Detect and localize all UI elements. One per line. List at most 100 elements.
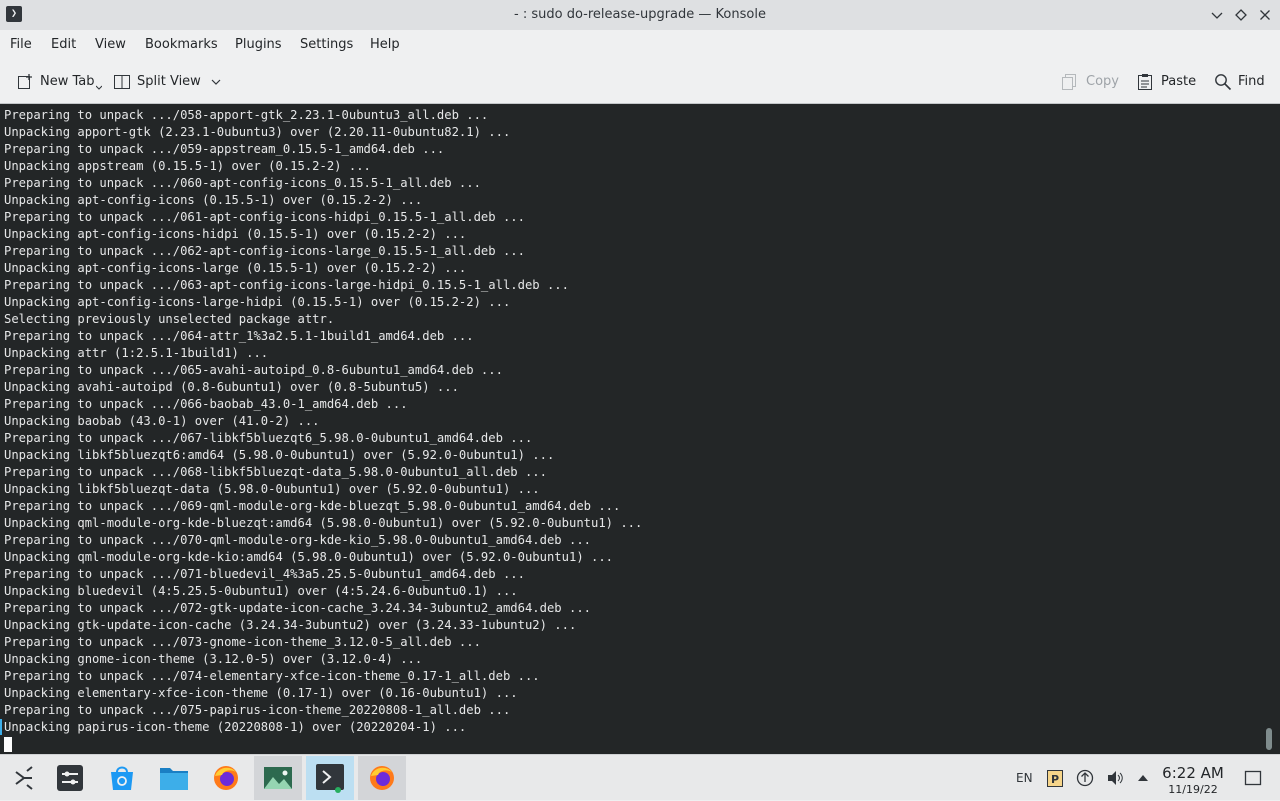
tray-clipboard[interactable]: P	[1045, 768, 1065, 788]
chevron-up-icon	[1138, 775, 1148, 781]
terminal-line: Unpacking apt-config-icons-large (0.15.5…	[4, 261, 467, 275]
split-view-button[interactable]: Split View	[113, 60, 227, 103]
show-desktop-icon	[1244, 770, 1262, 786]
speaker-icon	[1108, 771, 1123, 785]
terminal-line: Unpacking qml-module-org-kde-bluezqt:amd…	[4, 516, 643, 530]
clipboard-icon: P	[1047, 770, 1063, 787]
task-konsole[interactable]	[306, 756, 354, 800]
application-launcher[interactable]	[0, 756, 48, 800]
maximize-button[interactable]	[1232, 6, 1250, 24]
task-firefox[interactable]	[202, 756, 250, 800]
terminal-line: Preparing to unpack .../063-apt-config-i…	[4, 278, 569, 292]
terminal-line: Preparing to unpack .../064-attr_1%3a2.5…	[4, 329, 474, 343]
terminal-line: Preparing to unpack .../073-gnome-icon-t…	[4, 635, 481, 649]
terminal-line: Unpacking attr (1:2.5.1-1build1) ...	[4, 346, 269, 360]
terminal-line: Unpacking bluedevil (4:5.25.5-0ubuntu1) …	[4, 584, 518, 598]
image-viewer-icon	[264, 767, 292, 789]
terminal-line: Preparing to unpack .../065-avahi-autoip…	[4, 363, 503, 377]
diamond-icon	[1235, 9, 1247, 21]
minimize-button[interactable]	[1208, 6, 1226, 24]
terminal-cursor	[4, 737, 12, 752]
terminal-line: Preparing to unpack .../059-appstream_0.…	[4, 142, 445, 156]
show-desktop-button[interactable]	[1243, 768, 1263, 788]
launcher-icon	[15, 766, 33, 790]
terminal-line: Preparing to unpack .../075-papirus-icon…	[4, 703, 511, 717]
firefox-icon	[214, 766, 238, 790]
new-tab-label: New Tab	[40, 74, 95, 89]
terminal-line: Preparing to unpack .../069-qml-module-o…	[4, 499, 621, 513]
clock-time[interactable]: 6:22 AM	[1160, 764, 1226, 782]
menu-plugins[interactable]: Plugins	[235, 30, 282, 60]
terminal-line: Unpacking appstream (0.15.5-1) over (0.1…	[4, 159, 371, 173]
menu-help[interactable]: Help	[370, 30, 400, 60]
terminal-line: Unpacking baobab (43.0-1) over (41.0-2) …	[4, 414, 320, 428]
tray-updates[interactable]	[1075, 768, 1095, 788]
terminal-line: Preparing to unpack .../062-apt-config-i…	[4, 244, 525, 258]
terminal-output: Preparing to unpack .../058-apport-gtk_2…	[4, 107, 642, 736]
task-image-viewer[interactable]	[254, 756, 302, 800]
terminal-line: Unpacking apport-gtk (2.23.1-0ubuntu3) o…	[4, 125, 511, 139]
terminal-line: Unpacking qml-module-org-kde-kio:amd64 (…	[4, 550, 614, 564]
find-label: Find	[1238, 74, 1265, 89]
terminal-line: Unpacking papirus-icon-theme (20220808-1…	[4, 720, 467, 734]
terminal-scrollbar[interactable]	[1266, 728, 1272, 750]
copy-label: Copy	[1086, 74, 1119, 89]
system-settings-icon	[57, 765, 83, 791]
copy-icon	[1062, 73, 1076, 90]
tray-expander[interactable]	[1133, 768, 1153, 788]
toolbar: New Tab Split View Copy Paste Find	[0, 60, 1280, 104]
terminal-line: Unpacking libkf5bluezqt-data (5.98.0-0ub…	[4, 482, 540, 496]
close-icon	[1260, 10, 1270, 20]
new-tab-icon	[18, 73, 32, 89]
terminal-line: Preparing to unpack .../071-bluedevil_4%…	[4, 567, 525, 581]
paste-button[interactable]: Paste	[1137, 60, 1196, 103]
terminal-view[interactable]: Preparing to unpack .../058-apport-gtk_2…	[0, 104, 1280, 754]
clock-date[interactable]: 11/19/22	[1160, 783, 1226, 796]
terminal-line: Preparing to unpack .../061-apt-config-i…	[4, 210, 525, 224]
menu-file[interactable]: File	[10, 30, 32, 60]
terminal-line: Preparing to unpack .../072-gtk-update-i…	[4, 601, 591, 615]
terminal-line: Unpacking gnome-icon-theme (3.12.0-5) ov…	[4, 652, 423, 666]
taskbar: EN P 6:22 AM 11/19/22	[0, 754, 1280, 800]
chevron-down-icon	[211, 79, 221, 85]
terminal-line: Unpacking apt-config-icons-hidpi (0.15.5…	[4, 227, 467, 241]
menu-view[interactable]: View	[95, 30, 126, 60]
window-titlebar[interactable]: ❯ - : sudo do-release-upgrade — Konsole	[0, 0, 1280, 30]
update-icon	[1076, 769, 1094, 787]
task-discover[interactable]	[98, 756, 146, 800]
terminal-line: Preparing to unpack .../068-libkf5bluezq…	[4, 465, 547, 479]
menu-settings[interactable]: Settings	[300, 30, 353, 60]
dropdown-arrow-icon	[95, 85, 102, 90]
terminal-line: Unpacking elementary-xfce-icon-theme (0.…	[4, 686, 518, 700]
task-firefox-window[interactable]	[358, 756, 406, 800]
chevron-down-icon	[1211, 12, 1223, 19]
find-button[interactable]: Find	[1214, 60, 1265, 103]
split-view-label: Split View	[137, 74, 201, 89]
paste-icon	[1138, 73, 1152, 90]
close-button[interactable]	[1256, 6, 1274, 24]
menu-edit[interactable]: Edit	[51, 30, 76, 60]
task-system-settings[interactable]	[46, 756, 94, 800]
svg-text:P: P	[1051, 773, 1059, 786]
tray-volume[interactable]	[1105, 768, 1125, 788]
discover-store-icon	[111, 766, 133, 790]
firefox-icon	[370, 766, 394, 790]
terminal-line: Unpacking gtk-update-icon-cache (3.24.34…	[4, 618, 577, 632]
task-file-manager[interactable]	[150, 756, 198, 800]
split-view-icon	[114, 74, 130, 89]
folder-icon	[160, 768, 188, 790]
terminal-line-marker	[0, 719, 2, 735]
copy-button[interactable]: Copy	[1060, 60, 1119, 103]
terminal-line: Preparing to unpack .../058-apport-gtk_2…	[4, 108, 489, 122]
menubar: File Edit View Bookmarks Plugins Setting…	[0, 30, 1280, 60]
terminal-line: Preparing to unpack .../060-apt-config-i…	[4, 176, 481, 190]
new-tab-button[interactable]: New Tab	[16, 60, 102, 103]
terminal-line: Unpacking libkf5bluezqt6:amd64 (5.98.0-0…	[4, 448, 555, 462]
window-title: - : sudo do-release-upgrade — Konsole	[514, 7, 766, 22]
paste-label: Paste	[1161, 74, 1197, 89]
keyboard-layout-indicator[interactable]: EN	[1016, 755, 1033, 801]
terminal-line: Preparing to unpack .../066-baobab_43.0-…	[4, 397, 408, 411]
search-icon	[1215, 73, 1232, 90]
terminal-line: Unpacking avahi-autoipd (0.8-6ubuntu1) o…	[4, 380, 459, 394]
menu-bookmarks[interactable]: Bookmarks	[145, 30, 218, 60]
